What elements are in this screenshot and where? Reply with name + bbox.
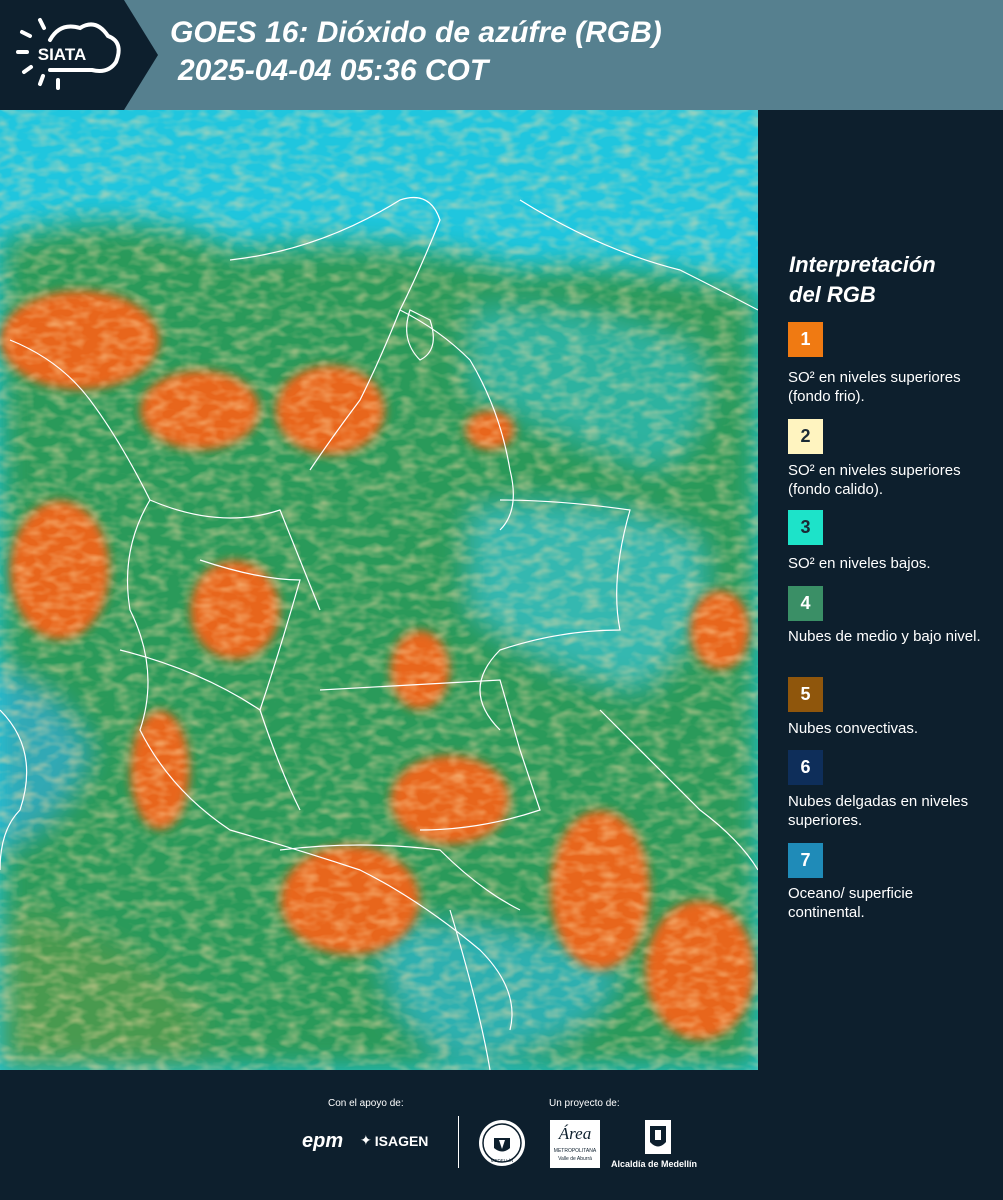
project-caption: Un proyecto de: xyxy=(549,1098,620,1109)
page-title: GOES 16: Dióxido de azúfre (RGB) xyxy=(170,16,662,49)
isagen-mark-icon: ✦ xyxy=(360,1132,372,1148)
alcaldia-text: Alcaldía de Medellín xyxy=(611,1159,698,1169)
area-logo-sub2: Valle de Aburrá xyxy=(558,1156,592,1162)
legend-swatch-7: 7 xyxy=(788,843,823,878)
epm-logo: epm xyxy=(302,1130,344,1152)
legend-swatch-2: 2 xyxy=(788,419,823,454)
legend-swatch-6: 6 xyxy=(788,750,823,785)
legend-title-line2: del RGB xyxy=(789,282,876,307)
isagen-text: ISAGEN xyxy=(374,1132,429,1149)
area-logo-text: Área xyxy=(558,1124,592,1143)
legend-text-1: SO² en niveles superiores (fondo frio). xyxy=(788,369,961,405)
legend-swatch-3: 3 xyxy=(788,510,823,545)
legend-text-5: Nubes convectivas. xyxy=(788,720,919,737)
area-metropolitana-logo: Área METROPOLITANA Valle de Aburrá xyxy=(550,1120,600,1168)
legend-title-line1: Interpretación xyxy=(789,252,936,277)
legend-swatch-5: 5 xyxy=(788,677,823,712)
legend-panel: Interpretación del RGB 1 SO² en niveles … xyxy=(775,110,1003,1070)
area-logo-sub1: METROPOLITANA xyxy=(553,1148,597,1154)
legend-text-3: SO² en niveles bajos. xyxy=(788,555,931,572)
medellin-seal: MEDELLÍN xyxy=(479,1120,525,1166)
support-caption: Con el apoyo de: xyxy=(328,1098,404,1109)
isagen-logo: ✦ ISAGEN xyxy=(360,1132,428,1149)
satellite-map xyxy=(0,110,758,1070)
legend-text-2: SO² en niveles superiores (fondo calido)… xyxy=(788,462,961,498)
page-timestamp: 2025-04-04 05:36 COT xyxy=(178,54,489,87)
header-bar: SIATA GOES 16: Dióxido de azúfre (RGB) 2… xyxy=(0,0,1003,110)
legend-swatch-1: 1 xyxy=(788,322,823,357)
siata-logo-panel: SIATA xyxy=(0,0,158,110)
alcaldia-crest-icon xyxy=(645,1120,671,1154)
svg-text:SIATA: SIATA xyxy=(38,45,86,64)
cloud-texture xyxy=(0,110,758,1070)
legend-text-7: Oceano/ superficie continental. xyxy=(788,885,914,921)
legend-swatch-4: 4 xyxy=(788,586,823,621)
legend-text-4: Nubes de medio y bajo nivel. xyxy=(788,628,981,645)
siata-logo: SIATA xyxy=(16,18,121,90)
legend-title: Interpretación del RGB xyxy=(789,250,989,310)
legend-text-6: Nubes delgadas en niveles superiores. xyxy=(788,793,969,829)
svg-text:MEDELLÍN: MEDELLÍN xyxy=(491,1157,514,1163)
footer: Con el apoyo de: Un proyecto de: epm ✦ I… xyxy=(0,1070,1003,1200)
footer-divider xyxy=(458,1116,459,1168)
